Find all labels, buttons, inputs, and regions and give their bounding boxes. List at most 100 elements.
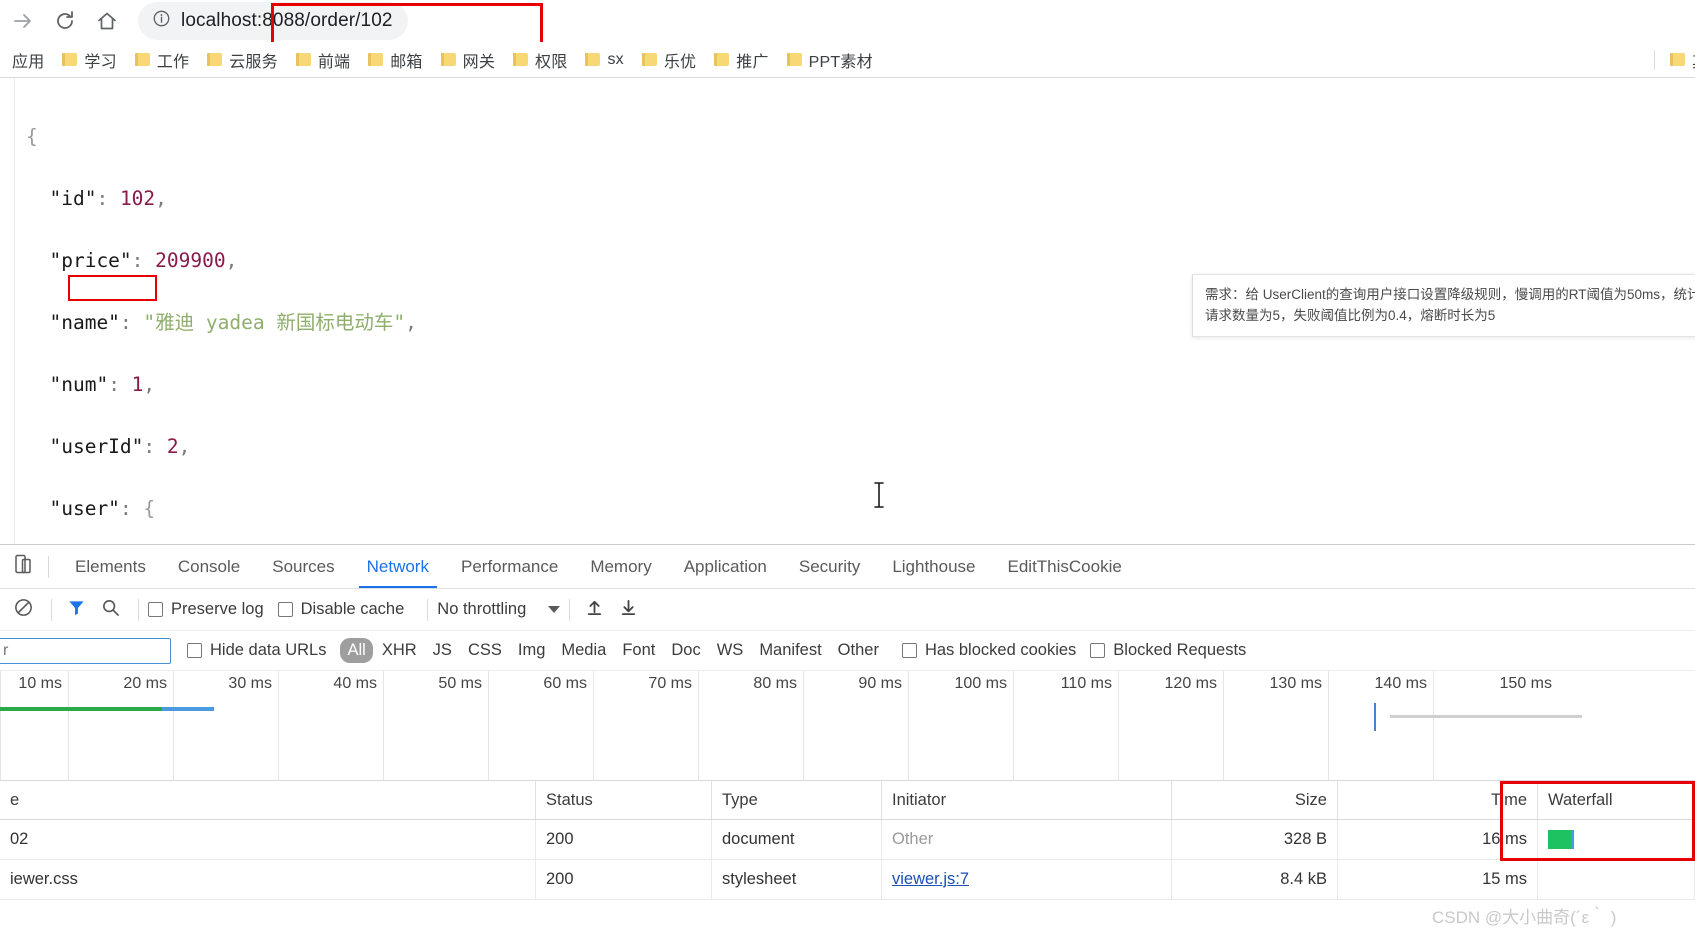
address-bar-url: localhost:8088/order/102 — [181, 10, 393, 32]
filter-type-ws[interactable]: WS — [710, 638, 751, 663]
cell-size: 8.4 kB — [1172, 860, 1338, 899]
json-comma: , — [179, 435, 191, 458]
column-header-waterfall[interactable]: Waterfall — [1538, 781, 1695, 819]
reload-button[interactable] — [46, 2, 84, 40]
timeline-tick: 70 ms — [593, 671, 698, 780]
json-document: { "id": 102, "price": 209900, "name": "雅… — [26, 90, 417, 544]
hide-data-urls-checkbox[interactable] — [187, 643, 202, 658]
tab-console[interactable]: Console — [162, 545, 256, 588]
tab-lighthouse[interactable]: Lighthouse — [876, 545, 991, 588]
table-row[interactable]: iewer.css 200 stylesheet viewer.js:7 8.4… — [0, 860, 1695, 900]
info-circle-icon[interactable] — [152, 9, 171, 33]
bookmark-apps[interactable]: 应用 — [6, 46, 53, 74]
bookmark-folder-mail[interactable]: 邮箱 — [359, 46, 431, 74]
timeline-tick-label: 70 ms — [648, 675, 692, 693]
disable-cache-option[interactable]: Disable cache — [278, 600, 405, 619]
bookmark-folder-frontend[interactable]: 前端 — [287, 46, 359, 74]
export-har-button[interactable] — [613, 595, 643, 625]
tab-memory[interactable]: Memory — [574, 545, 667, 588]
tab-performance[interactable]: Performance — [445, 545, 574, 588]
bookmark-folder-permission[interactable]: 权限 — [504, 46, 576, 74]
throttling-dropdown[interactable]: No throttling — [437, 600, 560, 619]
has-blocked-cookies-checkbox[interactable] — [902, 643, 917, 658]
filter-type-label: WS — [717, 641, 744, 659]
import-har-button[interactable] — [579, 595, 609, 625]
bookmark-folder-cloud[interactable]: 云服务 — [198, 46, 287, 74]
bookmarks-bar: 应用 学习 工作 云服务 前端 邮箱 网关 权限 sx 乐优 推广 P — [0, 42, 1695, 78]
filter-type-all[interactable]: All — [340, 638, 372, 663]
json-colon: : — [108, 373, 131, 396]
filter-type-label: JS — [433, 641, 452, 659]
filter-type-css[interactable]: CSS — [461, 638, 509, 663]
filter-type-label: Img — [518, 641, 546, 659]
json-value: 2 — [167, 435, 179, 458]
filter-type-label: Other — [838, 641, 879, 659]
bookmark-folder-promotion[interactable]: 推广 — [705, 46, 777, 74]
hide-data-urls-option[interactable]: Hide data URLs — [187, 641, 326, 660]
preserve-log-checkbox[interactable] — [148, 602, 163, 617]
home-button[interactable] — [88, 2, 126, 40]
filter-type-media[interactable]: Media — [554, 638, 613, 663]
bookmark-folder-sx[interactable]: sx — [576, 46, 632, 74]
column-header-type[interactable]: Type — [712, 781, 882, 819]
waterfall-bar — [1548, 830, 1574, 849]
device-toolbar-icon — [12, 553, 34, 580]
filter-type-label: Font — [622, 641, 655, 659]
tab-elements[interactable]: Elements — [59, 545, 162, 588]
table-row[interactable]: 02 200 document Other 328 B 16 ms — [0, 820, 1695, 860]
bookmark-label: 应用 — [12, 48, 44, 72]
disable-cache-checkbox[interactable] — [278, 602, 293, 617]
disable-cache-label: Disable cache — [301, 600, 405, 619]
clear-button[interactable] — [8, 595, 38, 625]
filter-type-font[interactable]: Font — [615, 638, 662, 663]
column-header-time[interactable]: Time — [1338, 781, 1538, 819]
preserve-log-option[interactable]: Preserve log — [148, 600, 264, 619]
filter-type-doc[interactable]: Doc — [664, 638, 707, 663]
network-timeline-overview[interactable]: 10 ms 20 ms 30 ms 40 ms 50 ms 60 ms 70 m… — [0, 671, 1695, 781]
filter-type-xhr[interactable]: XHR — [375, 638, 424, 663]
address-bar[interactable]: localhost:8088/order/102 — [138, 2, 408, 40]
bookmark-folder-work[interactable]: 工作 — [126, 46, 198, 74]
tab-sources[interactable]: Sources — [256, 545, 350, 588]
json-colon: : — [132, 249, 155, 272]
bookmark-label: 网关 — [463, 48, 495, 72]
tab-application[interactable]: Application — [668, 545, 783, 588]
search-button[interactable] — [95, 595, 125, 625]
filter-type-js[interactable]: JS — [426, 638, 459, 663]
json-colon: : — [96, 187, 119, 210]
column-header-status[interactable]: Status — [536, 781, 712, 819]
tab-network[interactable]: Network — [351, 545, 445, 588]
bookmark-label: sx — [607, 51, 623, 69]
timeline-marker — [1374, 703, 1376, 731]
json-line: "userId": 2, — [26, 431, 417, 462]
filter-type-other[interactable]: Other — [831, 638, 886, 663]
cell-waterfall — [1538, 860, 1695, 899]
bookmark-other-bookmarks[interactable]: 其 — [1661, 46, 1695, 74]
folder-icon — [368, 53, 383, 66]
filter-input[interactable]: r — [0, 638, 171, 664]
blocked-requests-checkbox[interactable] — [1090, 643, 1105, 658]
column-header-name[interactable]: e — [0, 781, 536, 819]
device-toolbar-button[interactable] — [6, 550, 40, 584]
filter-toggle-button[interactable] — [61, 595, 91, 625]
initiator-link[interactable]: viewer.js:7 — [892, 870, 969, 889]
bookmark-folder-leyou[interactable]: 乐优 — [633, 46, 705, 74]
blocked-requests-option[interactable]: Blocked Requests — [1090, 641, 1246, 660]
column-header-initiator[interactable]: Initiator — [882, 781, 1172, 819]
timeline-tick: 120 ms — [1118, 671, 1223, 780]
tab-editthiscookie[interactable]: EditThisCookie — [992, 545, 1138, 588]
bookmark-folder-gateway[interactable]: 网关 — [432, 46, 504, 74]
forward-button[interactable] — [4, 2, 42, 40]
tab-security[interactable]: Security — [783, 545, 876, 588]
has-blocked-cookies-option[interactable]: Has blocked cookies — [902, 641, 1076, 660]
filter-type-manifest[interactable]: Manifest — [752, 638, 828, 663]
json-key: "user" — [49, 497, 119, 520]
json-value: 102 — [120, 187, 155, 210]
json-comma: , — [405, 311, 417, 334]
bookmark-folder-ppt[interactable]: PPT素材 — [778, 46, 882, 74]
bookmark-folder-study[interactable]: 学习 — [53, 46, 125, 74]
column-header-size[interactable]: Size — [1172, 781, 1338, 819]
omnibox-container: localhost:8088/order/102 — [138, 1, 1695, 41]
json-key: "userId" — [49, 435, 143, 458]
filter-type-img[interactable]: Img — [511, 638, 553, 663]
